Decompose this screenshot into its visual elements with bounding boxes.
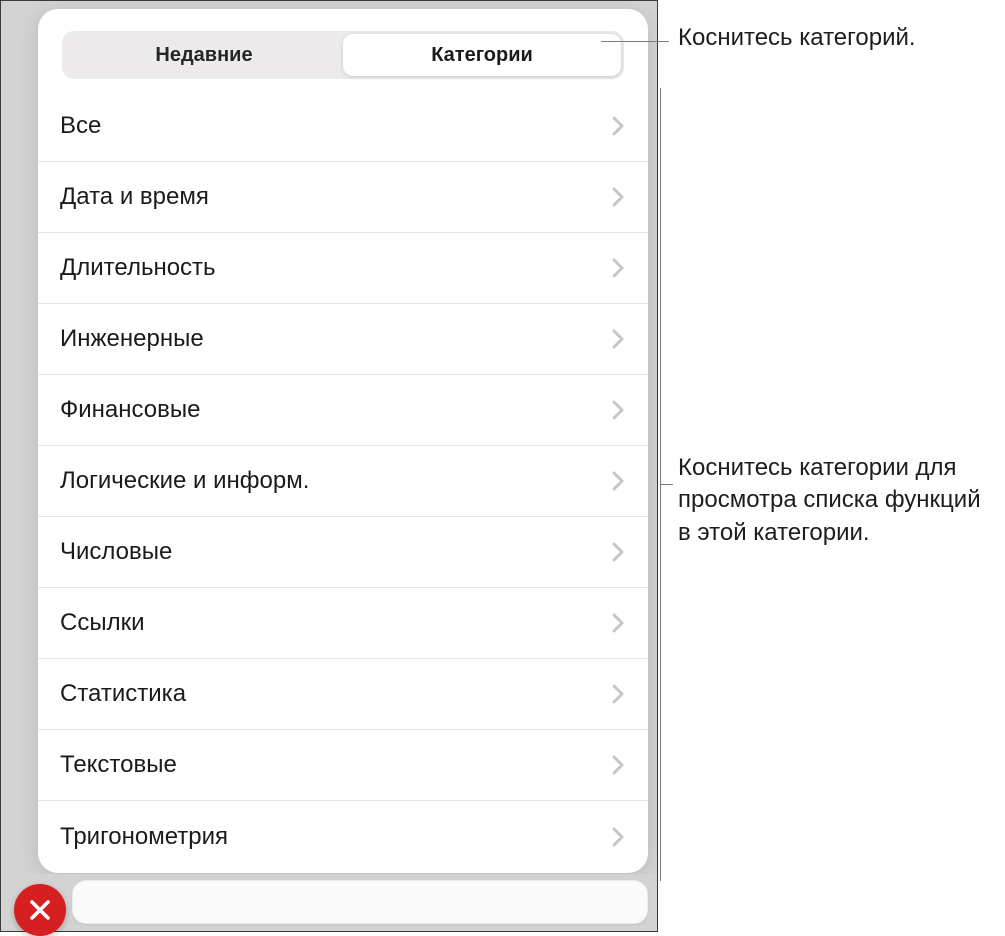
chevron-right-icon <box>612 542 624 562</box>
category-label: Статистика <box>60 680 186 708</box>
callout-tap-category-list: Коснитесь категории для просмотра списка… <box>678 452 988 549</box>
category-label: Текстовые <box>60 751 177 779</box>
callout-leader <box>661 484 673 485</box>
category-label: Инженерные <box>60 325 204 353</box>
callout-tap-categories: Коснитесь категорий. <box>678 22 916 54</box>
category-row-logical[interactable]: Логические и информ. <box>38 446 648 517</box>
chevron-right-icon <box>612 755 624 775</box>
chevron-right-icon <box>612 400 624 420</box>
category-row-text[interactable]: Текстовые <box>38 730 648 801</box>
category-row-duration[interactable]: Длительность <box>38 233 648 304</box>
categories-popover: Недавние Категории Все Дата и время Длит… <box>38 9 648 873</box>
category-row-statistics[interactable]: Статистика <box>38 659 648 730</box>
segmented-control: Недавние Категории <box>62 31 624 79</box>
chevron-right-icon <box>612 827 624 847</box>
bottom-toolbar <box>2 874 656 930</box>
category-row-references[interactable]: Ссылки <box>38 588 648 659</box>
category-label: Финансовые <box>60 396 200 424</box>
chevron-right-icon <box>612 258 624 278</box>
category-label: Тригонометрия <box>60 823 228 851</box>
tab-categories-label: Категории <box>431 44 533 67</box>
chevron-right-icon <box>612 684 624 704</box>
category-label: Логические и информ. <box>60 467 309 495</box>
category-row-numeric[interactable]: Числовые <box>38 517 648 588</box>
categories-list: Все Дата и время Длительность Инженерные… <box>38 91 648 873</box>
tab-recent-label: Недавние <box>155 44 252 67</box>
tab-recent[interactable]: Недавние <box>65 34 343 76</box>
category-row-all[interactable]: Все <box>38 91 648 162</box>
category-row-engineering[interactable]: Инженерные <box>38 304 648 375</box>
category-label: Ссылки <box>60 609 145 637</box>
category-label: Все <box>60 112 101 140</box>
chevron-right-icon <box>612 613 624 633</box>
category-label: Длительность <box>60 254 216 282</box>
tab-categories[interactable]: Категории <box>343 34 621 76</box>
chevron-right-icon <box>612 116 624 136</box>
chevron-right-icon <box>612 187 624 207</box>
category-row-trigonometry[interactable]: Тригонометрия <box>38 801 648 872</box>
category-row-date-time[interactable]: Дата и время <box>38 162 648 233</box>
callout-leader <box>601 41 669 42</box>
category-row-financial[interactable]: Финансовые <box>38 375 648 446</box>
category-label: Числовые <box>60 538 172 566</box>
formula-input[interactable] <box>72 880 648 924</box>
category-label: Дата и время <box>60 183 209 211</box>
app-frame: Недавние Категории Все Дата и время Длит… <box>0 0 658 932</box>
chevron-right-icon <box>612 471 624 491</box>
chevron-right-icon <box>612 329 624 349</box>
close-button[interactable] <box>14 884 66 936</box>
